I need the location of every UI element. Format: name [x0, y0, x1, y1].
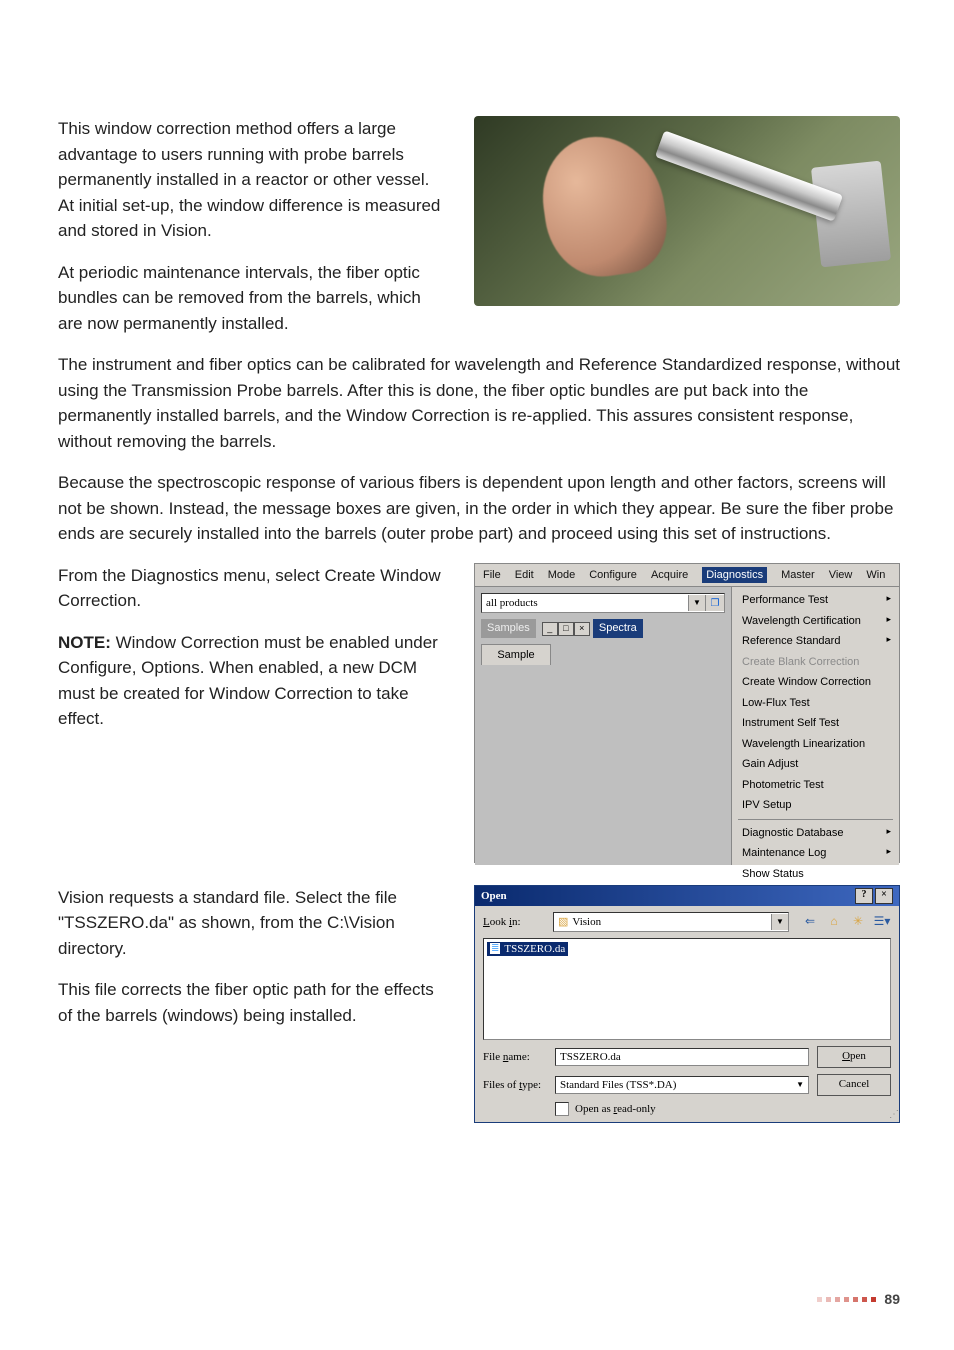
lookin-combo[interactable]: ▧ Vision ▼ — [553, 912, 789, 932]
up-folder-icon[interactable]: ⌂ — [825, 914, 843, 930]
samples-label: Samples — [487, 620, 530, 637]
footer-dots-icon — [817, 1297, 876, 1302]
filetype-row: Files of type: Standard Files (TSS*.DA) … — [483, 1074, 891, 1096]
menu-item-create-window-correction[interactable]: Create Window Correction — [736, 672, 895, 693]
menu-win[interactable]: Win — [866, 567, 885, 584]
menu-edit[interactable]: Edit — [515, 567, 534, 584]
close-icon[interactable]: × — [875, 888, 893, 904]
paragraph: This window correction method offers a l… — [58, 116, 448, 244]
menu-item-ipv-setup[interactable]: IPV Setup — [736, 795, 895, 816]
menu-configure[interactable]: Configure — [589, 567, 637, 584]
file-list-item-selected[interactable]: TSSZERO.da — [487, 942, 568, 956]
chevron-down-icon[interactable]: ▼ — [688, 595, 705, 611]
window-buttons[interactable]: _□× — [542, 622, 590, 636]
paragraph: At periodic maintenance intervals, the f… — [58, 260, 448, 337]
filename-row: File name: Open — [483, 1046, 891, 1068]
document-icon[interactable]: ❐ — [705, 595, 724, 611]
page-number: 89 — [884, 1289, 900, 1310]
cancel-button[interactable]: Cancel — [817, 1074, 891, 1096]
close-icon[interactable]: × — [574, 622, 590, 636]
products-combo-input[interactable] — [482, 595, 688, 611]
diagnostics-dropdown: Performance TestWavelength Certification… — [731, 587, 899, 865]
menu-item-wavelength-linearization[interactable]: Wavelength Linearization — [736, 734, 895, 755]
file-list[interactable]: TSSZERO.da — [483, 938, 891, 1040]
minimize-icon[interactable]: _ — [542, 622, 558, 636]
vision-left-pane: ▼ ❐ Samples _□× Spectra Sample — [475, 587, 731, 865]
file-instruction-column: Vision requests a standard file. Select … — [58, 885, 448, 1045]
maximize-icon[interactable]: □ — [558, 622, 574, 636]
open-file-dialog: Open ? × Look in: ▧ Vision ▼ ⇐ ⌂ ✳ ☰▾ — [474, 885, 900, 1123]
menu-item-show-status[interactable]: Show Status — [736, 864, 895, 885]
dialog-bottom: File name: Open Files of type: Standard … — [475, 1040, 899, 1120]
page-footer: 89 — [817, 1289, 900, 1310]
filetype-select[interactable]: Standard Files (TSS*.DA) ▼ — [555, 1076, 809, 1094]
menu-item-instrument-self-test[interactable]: Instrument Self Test — [736, 713, 895, 734]
menu-item-photometric-test[interactable]: Photometric Test — [736, 775, 895, 796]
top-row: This window correction method offers a l… — [58, 116, 900, 352]
bottom-row: Vision requests a standard file. Select … — [58, 885, 900, 1123]
sample-tab[interactable]: Sample — [481, 644, 551, 666]
folder-icon: ▧ — [558, 915, 568, 928]
menu-item-create-blank-correction: Create Blank Correction — [736, 652, 895, 673]
chevron-down-icon[interactable]: ▼ — [771, 914, 788, 930]
filename-label: File name: — [483, 1051, 547, 1063]
filename-input[interactable] — [555, 1048, 809, 1066]
open-button[interactable]: Open — [817, 1046, 891, 1068]
resize-grip-icon[interactable]: ⋰ — [889, 1109, 897, 1120]
instruction-column: From the Diagnostics menu, select Create… — [58, 563, 448, 748]
vision-app-screenshot: File Edit Mode Configure Acquire Diagnostics M… — [474, 563, 900, 863]
spectra-label: Spectra — [599, 620, 637, 637]
menu-item-reference-standard[interactable]: Reference Standard — [736, 631, 895, 652]
paragraph: This file corrects the fiber optic path … — [58, 977, 448, 1028]
menu-item-gain-adjust[interactable]: Gain Adjust — [736, 754, 895, 775]
probe-photo — [474, 116, 900, 306]
readonly-checkbox[interactable] — [555, 1102, 569, 1116]
menu-file[interactable]: File — [483, 567, 501, 584]
menu-master[interactable]: Master — [781, 567, 815, 584]
menu-diagnostics[interactable]: Diagnostics — [702, 567, 767, 584]
paragraph: Vision requests a standard file. Select … — [58, 885, 448, 962]
lookin-row: Look in: ▧ Vision ▼ ⇐ ⌂ ✳ ☰▾ — [475, 906, 899, 938]
lookin-label: Look in: — [483, 916, 547, 928]
new-folder-icon[interactable]: ✳ — [849, 914, 867, 930]
menu-item-wavelength-certification[interactable]: Wavelength Certification — [736, 611, 895, 632]
note-paragraph: NOTE: Window Correction must be enabled … — [58, 630, 448, 732]
vision-menubar: File Edit Mode Configure Acquire Diagnostics M… — [475, 564, 899, 588]
dialog-nav-icons: ⇐ ⌂ ✳ ☰▾ — [795, 914, 891, 930]
note-label: NOTE: — [58, 633, 111, 652]
menu-mode[interactable]: Mode — [548, 567, 576, 584]
menu-item-performance-test[interactable]: Performance Test — [736, 590, 895, 611]
lookin-text: Vision — [572, 916, 601, 928]
back-icon[interactable]: ⇐ — [801, 914, 819, 930]
dialog-titlebar: Open ? × — [475, 886, 899, 906]
titlebar-buttons: ? × — [855, 888, 893, 904]
readonly-label: Open as read-only — [575, 1103, 656, 1115]
paragraph: The instrument and fiber optics can be c… — [58, 352, 900, 454]
paragraph: Because the spectroscopic response of va… — [58, 470, 900, 547]
readonly-row: Open as read-only — [483, 1102, 891, 1116]
products-combo[interactable]: ▼ ❐ — [481, 593, 725, 613]
samples-window-title: Samples — [481, 619, 536, 638]
lookin-value: ▧ Vision — [554, 915, 771, 928]
filetype-label: Files of type: — [483, 1079, 547, 1091]
mid-row: From the Diagnostics menu, select Create… — [58, 563, 900, 863]
help-icon[interactable]: ? — [855, 888, 873, 904]
vision-body: ▼ ❐ Samples _□× Spectra Sample Performan… — [475, 587, 899, 865]
paragraph: From the Diagnostics menu, select Create… — [58, 563, 448, 614]
dialog-title: Open — [481, 890, 507, 902]
menu-item-maintenance-log[interactable]: Maintenance Log — [736, 843, 895, 864]
intro-text-column: This window correction method offers a l… — [58, 116, 448, 352]
menu-view[interactable]: View — [829, 567, 853, 584]
menu-item-diagnostic-database[interactable]: Diagnostic Database — [736, 823, 895, 844]
spectra-window-title: Spectra — [593, 619, 643, 638]
note-body: Window Correction must be enabled under … — [58, 633, 438, 729]
views-icon[interactable]: ☰▾ — [873, 914, 891, 930]
menu-acquire[interactable]: Acquire — [651, 567, 688, 584]
menu-item-low-flux-test[interactable]: Low-Flux Test — [736, 693, 895, 714]
menu-separator — [738, 819, 893, 820]
filetype-value: Standard Files (TSS*.DA) — [560, 1079, 676, 1091]
chevron-down-icon[interactable]: ▼ — [796, 1080, 804, 1089]
